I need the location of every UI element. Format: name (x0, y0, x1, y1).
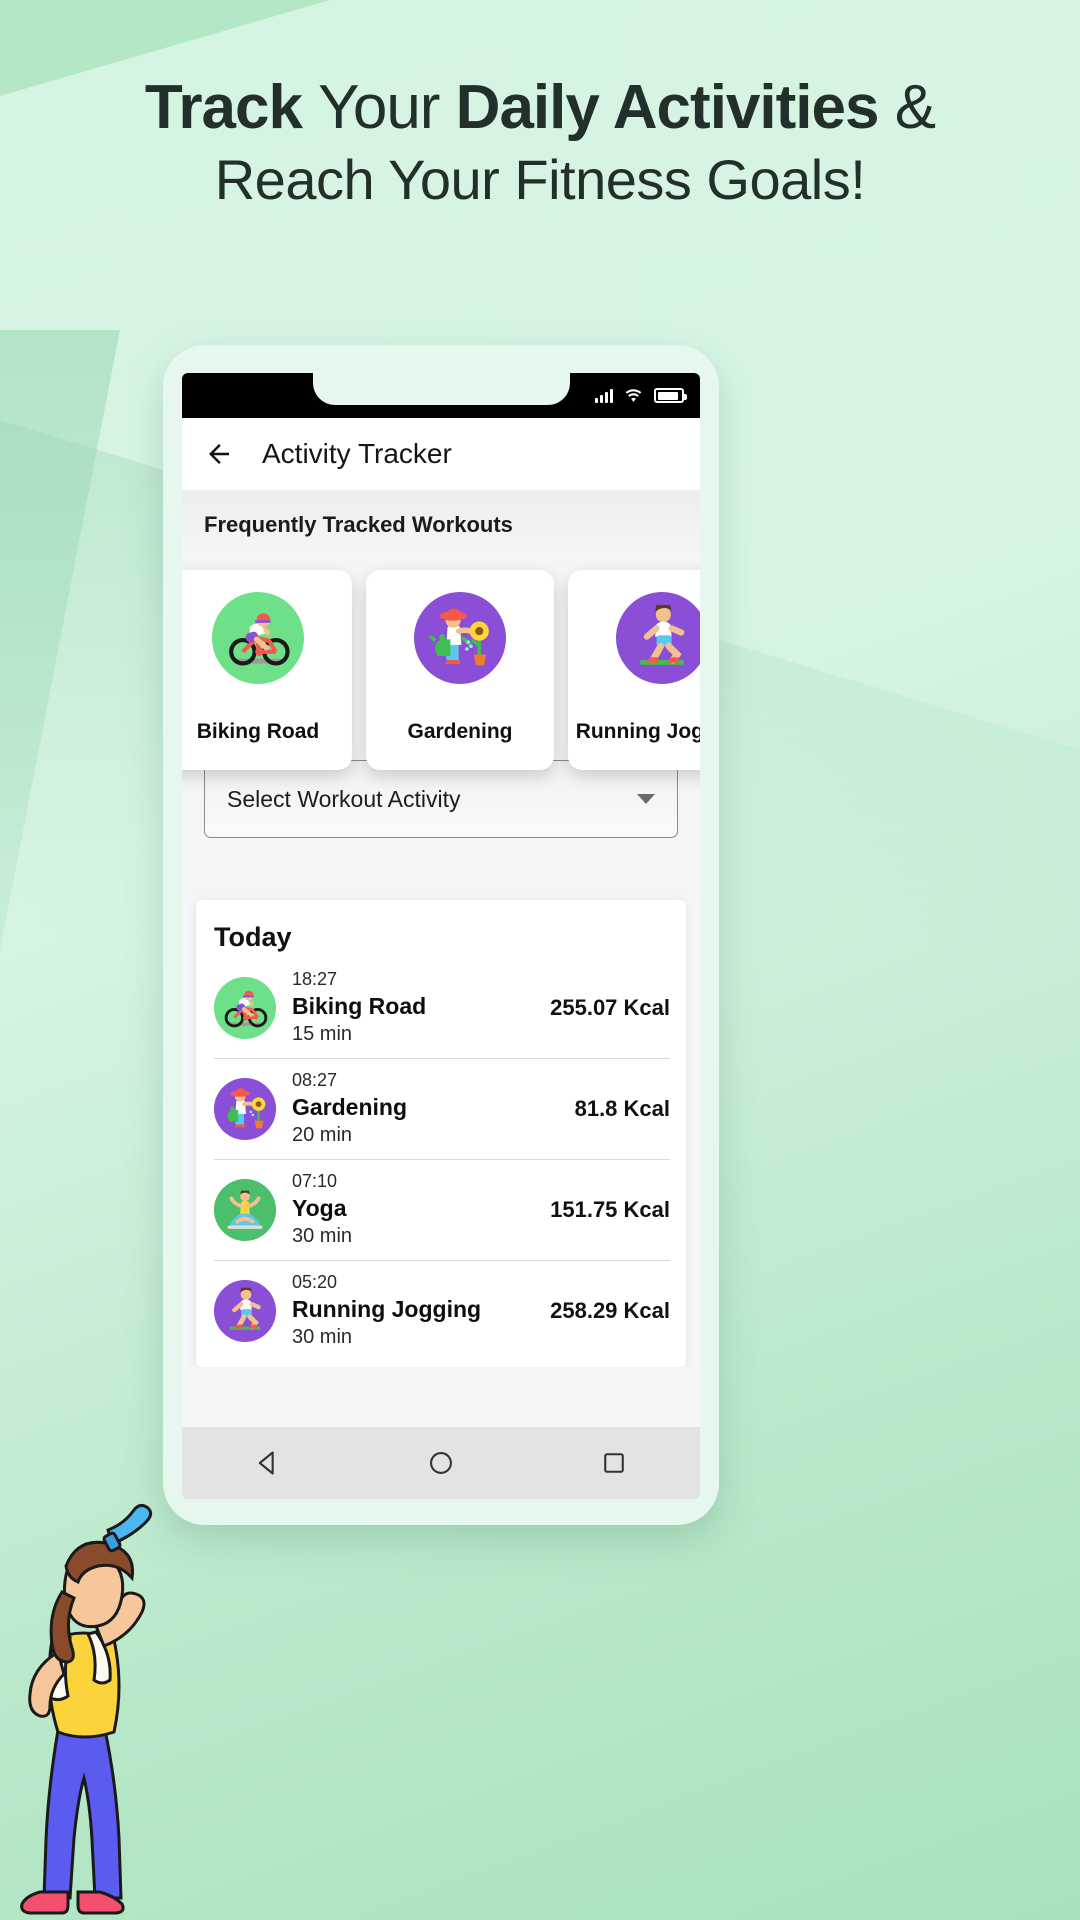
runner-icon (214, 1279, 276, 1342)
headline-word-daily-activities: Daily Activities (455, 73, 880, 142)
cyclist-icon (212, 592, 304, 684)
activity-details: 05:20 Running Jogging 30 min (292, 1272, 534, 1349)
workout-card-label: Biking Road (196, 720, 320, 743)
runner-icon (616, 592, 700, 684)
nav-back-triangle-icon[interactable] (254, 1449, 282, 1477)
battery-icon (654, 388, 687, 403)
woman-drinking-water-illustration (20, 1503, 153, 1915)
activity-duration: 30 min (292, 1225, 353, 1247)
nav-home-circle-icon[interactable] (427, 1449, 455, 1477)
activity-calories: 81.8 Kcal (574, 1095, 670, 1121)
status-icon-group (595, 388, 687, 403)
workout-card-label: Gardening (407, 720, 513, 743)
today-activities-panel: Today 18:27 Biking Road 15 min 255.07 Kc… (196, 900, 686, 1367)
android-nav-bar (182, 1427, 700, 1499)
table-row[interactable]: 18:27 Biking Road 15 min 255.07 Kcal (196, 957, 686, 1058)
table-row[interactable]: 05:20 Running Jogging 30 min 258.29 Kcal (196, 1260, 686, 1361)
headline-line-2: Reach Your Fitness Goals! (214, 147, 866, 211)
select-workout-value: Select Workout Activity (227, 785, 461, 812)
select-gap (182, 838, 700, 900)
phone-notch (313, 373, 570, 405)
activity-name: Yoga (292, 1195, 347, 1221)
app-bar: Activity Tracker (182, 418, 700, 490)
nav-recents-square-icon[interactable] (600, 1449, 628, 1477)
gardener-icon (214, 1077, 276, 1140)
gardener-icon (414, 592, 506, 684)
headline-word-track: Track (144, 73, 319, 142)
activity-calories: 151.75 Kcal (550, 1196, 670, 1222)
yoga-icon (214, 1178, 276, 1241)
promo-headline: Track Your Daily Activities & Reach Your… (0, 70, 1080, 214)
activity-time: 05:20 (292, 1272, 338, 1292)
select-workout-activity[interactable]: Select Workout Activity (204, 760, 678, 838)
phone-mockup: Activity Tracker Frequently Tracked Work… (163, 345, 719, 1525)
workout-card-gardening[interactable]: Gardening (366, 570, 554, 770)
chevron-down-icon (637, 794, 655, 804)
section-heading-frequently-tracked: Frequently Tracked Workouts (182, 490, 700, 548)
frequently-tracked-cards: Biking Road Gardening Running Jog (182, 570, 700, 770)
table-row[interactable]: 07:10 Yoga 30 min 151.75 Kcal (196, 1159, 686, 1260)
panel-bottom-filler (182, 1367, 700, 1385)
back-arrow-icon[interactable] (204, 439, 234, 469)
headline-word-your: Your (318, 73, 456, 142)
activity-time: 07:10 (292, 1171, 338, 1191)
activity-duration: 15 min (292, 1023, 353, 1045)
wifi-icon (625, 389, 642, 402)
activity-details: 07:10 Yoga 30 min (292, 1171, 534, 1248)
select-workout-wrapper: Select Workout Activity (182, 760, 700, 838)
activity-calories: 255.07 Kcal (550, 994, 670, 1020)
headline-ampersand: & (878, 73, 936, 142)
page-title: Activity Tracker (262, 438, 452, 469)
cyclist-icon (214, 976, 276, 1039)
status-bar (182, 373, 700, 418)
activity-details: 08:27 Gardening 20 min (292, 1070, 559, 1147)
headline-line-1: Track Your Daily Activities & (0, 70, 1080, 146)
phone-screen: Activity Tracker Frequently Tracked Work… (182, 373, 700, 1499)
activity-name: Biking Road (292, 993, 427, 1019)
signal-bars-icon (595, 388, 613, 403)
activity-duration: 30 min (292, 1326, 353, 1348)
activity-name: Gardening (292, 1094, 408, 1120)
workout-card-biking-road[interactable]: Biking Road (182, 570, 352, 770)
activity-name: Running Jogging (292, 1296, 482, 1322)
activity-duration: 20 min (292, 1124, 353, 1146)
activity-time: 18:27 (292, 969, 338, 989)
table-row[interactable]: 08:27 Gardening 20 min 81.8 Kcal (196, 1058, 686, 1159)
workout-card-label: Running Jogging (575, 720, 700, 743)
activity-details: 18:27 Biking Road 15 min (292, 969, 534, 1046)
activity-time: 08:27 (292, 1070, 338, 1090)
today-heading: Today (214, 922, 292, 952)
activity-calories: 258.29 Kcal (550, 1297, 670, 1323)
workout-card-running-jogging[interactable]: Running Jogging (568, 570, 700, 770)
